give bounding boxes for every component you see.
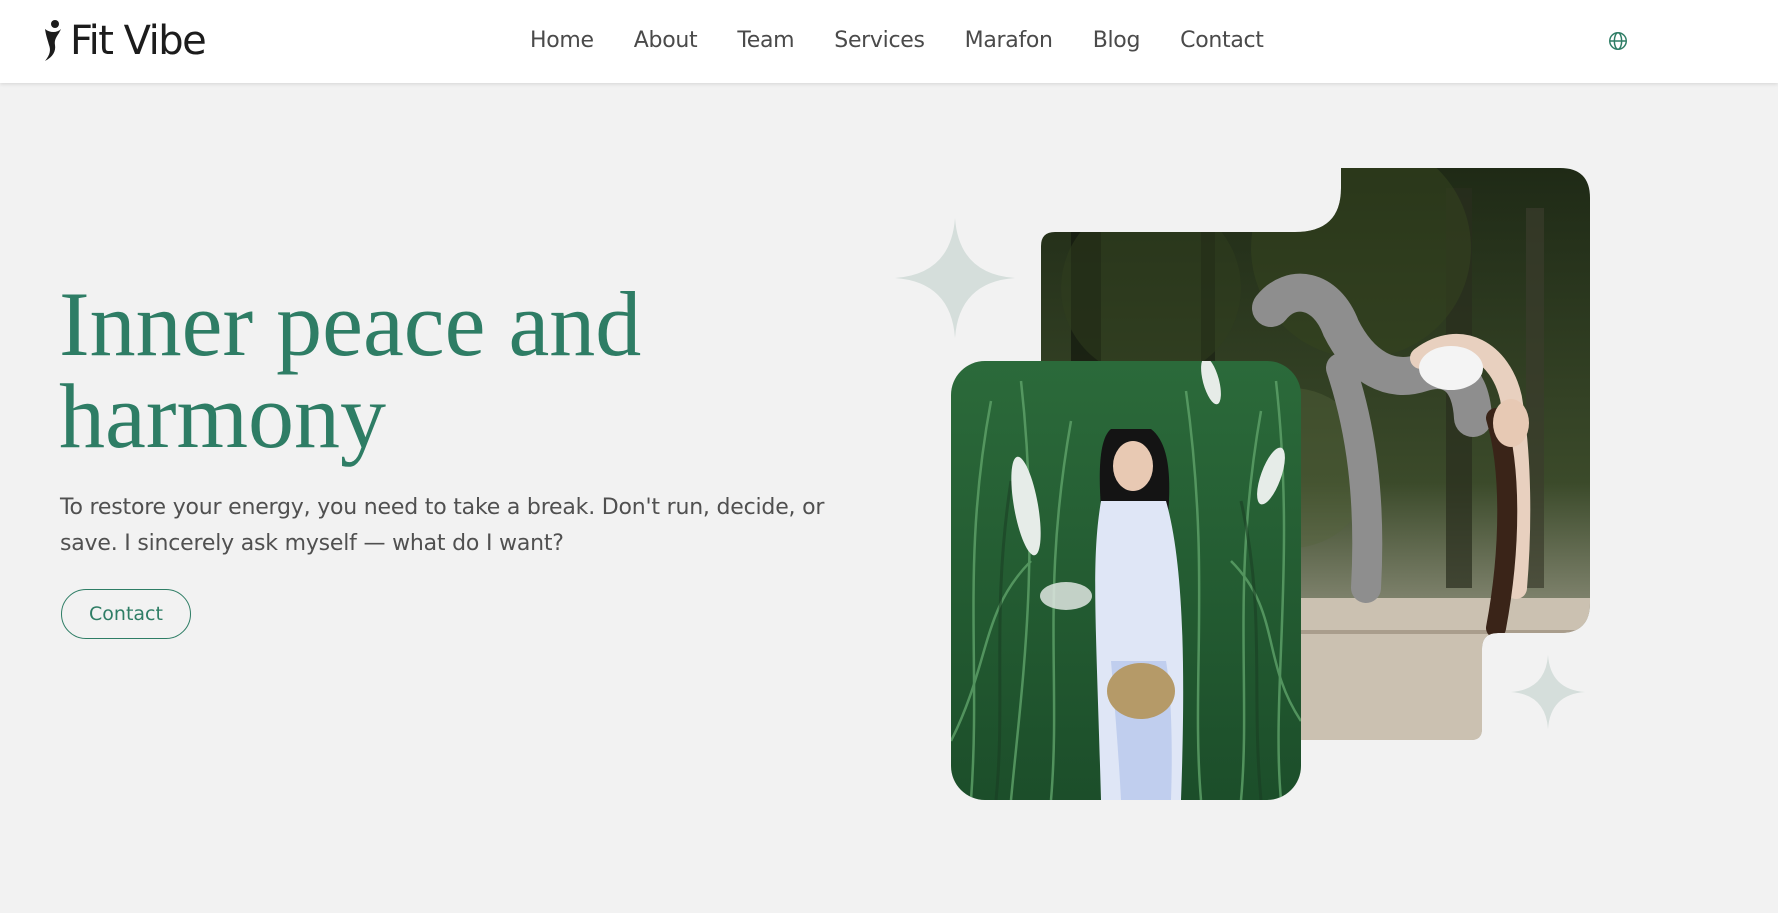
brand-name: Fit Vibe <box>70 18 207 64</box>
contact-button[interactable]: Contact <box>61 589 191 639</box>
logo-link[interactable]: Fit Vibe <box>40 18 207 64</box>
nav-services[interactable]: Services <box>834 28 925 53</box>
nav-team[interactable]: Team <box>737 28 794 53</box>
sparkle-large-icon <box>895 218 1015 338</box>
main-nav: Home About Team Services Marafon Blog Co… <box>530 0 1304 83</box>
navbar: Fit Vibe Home About Team Services Marafo… <box>0 0 1778 83</box>
nav-home[interactable]: Home <box>530 28 594 53</box>
nav-about[interactable]: About <box>634 28 698 53</box>
globe-icon[interactable] <box>1607 30 1629 52</box>
hero-title-line1: Inner peace and <box>59 273 642 375</box>
woman-in-grass-photo <box>951 361 1301 800</box>
hero-title: Inner peace and harmony <box>59 278 839 462</box>
nav-contact[interactable]: Contact <box>1180 28 1264 53</box>
logo-figure-icon <box>45 20 61 61</box>
nav-blog[interactable]: Blog <box>1093 28 1141 53</box>
hero-title-line2: harmony <box>59 365 387 467</box>
nav-marafon[interactable]: Marafon <box>965 28 1053 53</box>
hero-description: To restore your energy, you need to take… <box>60 495 825 556</box>
